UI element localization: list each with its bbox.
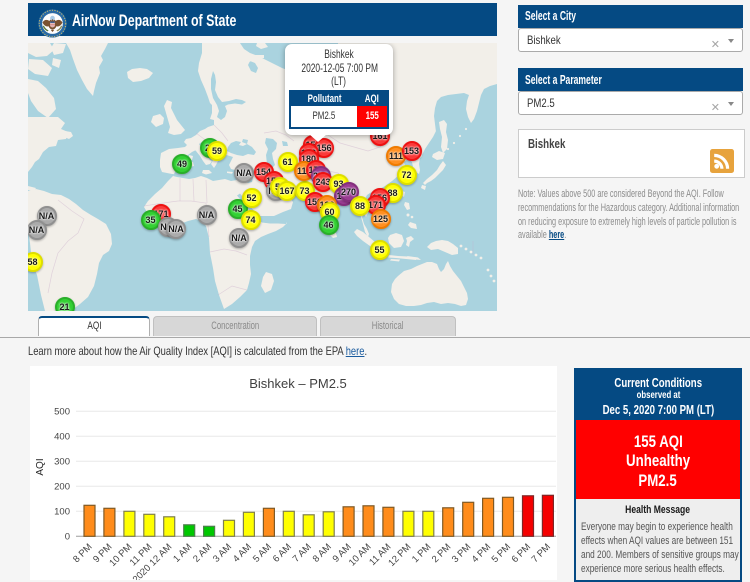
svg-text:3 PM: 3 PM [450,542,474,566]
svg-text:10 PM: 10 PM [107,542,134,569]
svg-text:200: 200 [54,481,70,492]
svg-text:400: 400 [54,431,70,442]
svg-text:8 AM: 8 AM [311,542,334,565]
svg-text:6 AM: 6 AM [271,542,294,565]
svg-text:AQI: AQI [35,458,46,475]
svg-text:1 PM: 1 PM [410,542,434,566]
svg-text:1 AM: 1 AM [171,542,194,565]
svg-text:5 PM: 5 PM [490,542,514,566]
svg-text:10 AM: 10 AM [347,542,374,569]
svg-text:2 PM: 2 PM [430,542,454,566]
svg-text:8 PM: 8 PM [71,542,95,566]
svg-text:0: 0 [65,531,70,542]
svg-text:6 PM: 6 PM [510,542,534,566]
svg-text:500: 500 [54,406,70,417]
svg-text:7 PM: 7 PM [530,542,554,566]
svg-text:4 AM: 4 AM [231,542,254,565]
svg-text:100: 100 [54,506,70,517]
svg-text:12 PM: 12 PM [386,542,413,569]
svg-text:Bishkek – PM2.5: Bishkek – PM2.5 [249,376,347,391]
svg-text:4 PM: 4 PM [470,542,494,566]
svg-text:300: 300 [54,456,70,467]
svg-text:7 AM: 7 AM [291,542,314,565]
svg-text:2 AM: 2 AM [191,542,214,565]
svg-text:5 AM: 5 AM [251,542,274,565]
svg-text:3 AM: 3 AM [211,542,234,565]
